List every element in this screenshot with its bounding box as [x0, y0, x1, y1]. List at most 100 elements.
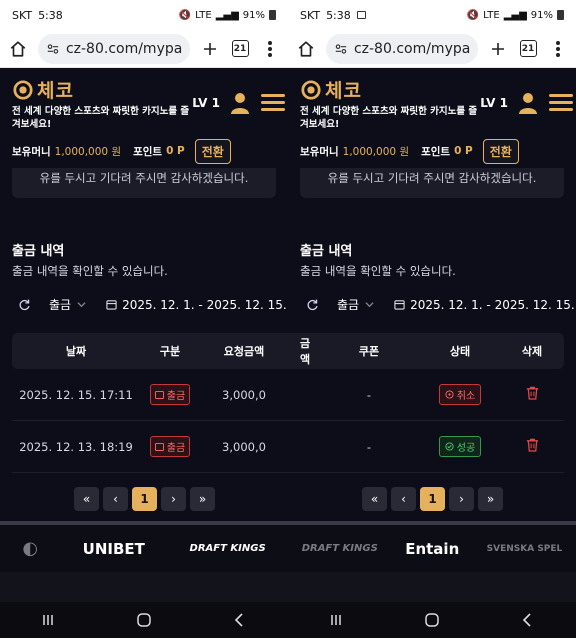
browser-toolbar: cz-80.com/mypa 21	[0, 30, 288, 68]
phone-screen-right: SKT 5:38 🔇 LTE ▂▄▆ 91% cz-80.com/mypa 21	[288, 0, 576, 638]
date-range-picker[interactable]: 2025. 12. 1. - 2025. 12. 15.	[122, 298, 287, 312]
page-current-button[interactable]: 1	[132, 487, 157, 511]
url-text: cz-80.com/mypa	[65, 40, 182, 57]
row-delete[interactable]	[500, 386, 564, 403]
col-delete: 삭제	[521, 345, 543, 358]
page-current-button[interactable]: 1	[420, 487, 445, 511]
type-select[interactable]: 출금	[337, 296, 359, 313]
user-level: LV 1	[480, 96, 508, 110]
withdrawal-table: 금액 쿠폰 상태 삭제 - 취소 - 성공	[288, 333, 564, 473]
badge-label: 출금	[166, 391, 186, 402]
convert-button[interactable]: 전환	[194, 138, 231, 164]
trash-icon[interactable]	[526, 438, 539, 452]
notice-box: 유를 두시고 기다려 주시면 감사하겠습니다.	[12, 168, 276, 198]
partner-draftkings: DRAFT KINGS	[189, 543, 266, 554]
back-icon[interactable]	[232, 612, 248, 628]
page-prev-button[interactable]: ‹	[103, 487, 128, 511]
site-settings-icon	[47, 43, 59, 54]
browser-menu-button[interactable]	[548, 39, 568, 59]
cancel-circle-icon	[445, 390, 454, 399]
home-nav-icon[interactable]	[424, 612, 440, 628]
mute-icon: 🔇	[178, 9, 192, 21]
calendar-icon	[394, 300, 405, 310]
filter-row: 출금 2025. 12. 1. - 2025. 12. 15.	[306, 296, 575, 313]
battery-icon	[269, 10, 276, 20]
page-first-button[interactable]: «	[74, 487, 99, 511]
points-value: 0 P	[166, 145, 185, 157]
col-type: 구분	[159, 345, 181, 358]
page-last-button[interactable]: »	[190, 487, 215, 511]
table-header: 금액 쿠폰 상태 삭제	[288, 333, 564, 369]
hamburger-menu-icon[interactable]	[261, 94, 285, 112]
partner-entain: Entain	[405, 539, 460, 558]
partner-svenska-spel: SVENSKA SPEL	[486, 543, 563, 554]
row-coupon: -	[366, 439, 372, 454]
hamburger-menu-icon[interactable]	[549, 94, 573, 112]
calendar-icon	[106, 300, 117, 310]
table-row: 2025. 12. 13. 18:19 출금 3,000,0	[12, 421, 288, 473]
page-last-button[interactable]: »	[478, 487, 503, 511]
tagline: 전 세계 다양한 스포츠와 짜릿한 카지노를 즐겨보세요!	[300, 106, 478, 130]
convert-button[interactable]: 전환	[482, 138, 519, 164]
clock: 5:38	[326, 8, 351, 22]
address-bar[interactable]: cz-80.com/mypa	[38, 33, 190, 64]
balance-label: 보유머니	[300, 145, 339, 158]
filter-row: 출금 2025. 12. 1. - 2025. 12. 15.	[18, 296, 287, 313]
withdraw-badge: 출금	[149, 384, 191, 405]
refresh-icon[interactable]	[18, 298, 31, 311]
brand-name: 체코	[37, 80, 74, 102]
user-icon[interactable]	[518, 92, 538, 114]
address-bar[interactable]: cz-80.com/mypa	[326, 33, 478, 64]
network-label: LTE	[483, 9, 500, 21]
back-icon[interactable]	[520, 612, 536, 628]
home-nav-icon[interactable]	[136, 612, 152, 628]
partner-draftkings: DRAFT KINGS	[301, 543, 378, 554]
signal-icon: ▂▄▆	[503, 9, 527, 21]
new-tab-button[interactable]	[488, 39, 508, 59]
new-tab-button[interactable]	[200, 39, 220, 59]
browser-menu-button[interactable]	[260, 39, 280, 59]
status-badge-cancelled: 취소	[438, 384, 482, 405]
row-delete[interactable]	[500, 438, 564, 455]
table-row: - 취소	[288, 369, 564, 421]
col-amount: 요청금액	[223, 345, 265, 358]
date-range-picker[interactable]: 2025. 12. 1. - 2025. 12. 15.	[410, 298, 575, 312]
carrier: SKT	[12, 8, 33, 22]
tab-switcher-button[interactable]: 21	[518, 39, 538, 59]
status-bar: SKT 5:38 🔇 LTE ▂▄▆ 91%	[0, 0, 288, 30]
user-icon[interactable]	[230, 92, 250, 114]
type-select[interactable]: 출금	[49, 296, 71, 313]
row-type: 출금	[140, 384, 200, 405]
site-header: 체코 전 세계 다양한 스포츠와 짜릿한 카지노를 즐겨보세요! LV 1	[288, 68, 576, 136]
balance-row: 보유머니 1,000,000 원 포인트 0 P 전환	[0, 136, 288, 166]
page-first-button[interactable]: «	[362, 487, 387, 511]
trash-icon[interactable]	[526, 386, 539, 400]
section-subtitle: 출금 내역을 확인할 수 있습니다.	[300, 264, 456, 278]
home-button[interactable]	[296, 39, 316, 59]
refresh-icon[interactable]	[306, 298, 319, 311]
plus-icon	[204, 42, 216, 55]
recent-apps-icon[interactable]	[40, 612, 56, 628]
points-label: 포인트	[421, 145, 451, 158]
page-next-button[interactable]: ›	[161, 487, 186, 511]
row-amount: 3,000,0	[222, 387, 266, 402]
plus-icon	[492, 42, 504, 55]
col-amount: 금액	[300, 337, 311, 366]
page-next-button[interactable]: ›	[449, 487, 474, 511]
section-title: 출금 내역	[300, 244, 353, 259]
table-row: 2025. 12. 15. 17:11 출금 3,000,0	[12, 369, 288, 421]
wallet-icon	[154, 442, 164, 451]
phone-screen-left: SKT 5:38 🔇 LTE ▂▄▆ 91% cz-80.com/mypa 21	[0, 0, 288, 638]
footer-band	[288, 572, 576, 602]
site-header: 체코 전 세계 다양한 스포츠와 짜릿한 카지노를 즐겨보세요! LV 1	[0, 68, 288, 136]
tab-switcher-button[interactable]: 21	[230, 39, 250, 59]
partner-logo-partial: ◐	[22, 538, 39, 559]
mute-icon: 🔇	[466, 9, 480, 21]
chevron-down-icon	[77, 302, 86, 308]
more-vert-icon	[268, 40, 272, 57]
badge-label: 성공	[456, 443, 476, 454]
browser-toolbar: cz-80.com/mypa 21	[288, 30, 576, 68]
home-button[interactable]	[8, 39, 28, 59]
recent-apps-icon[interactable]	[328, 612, 344, 628]
page-prev-button[interactable]: ‹	[391, 487, 416, 511]
